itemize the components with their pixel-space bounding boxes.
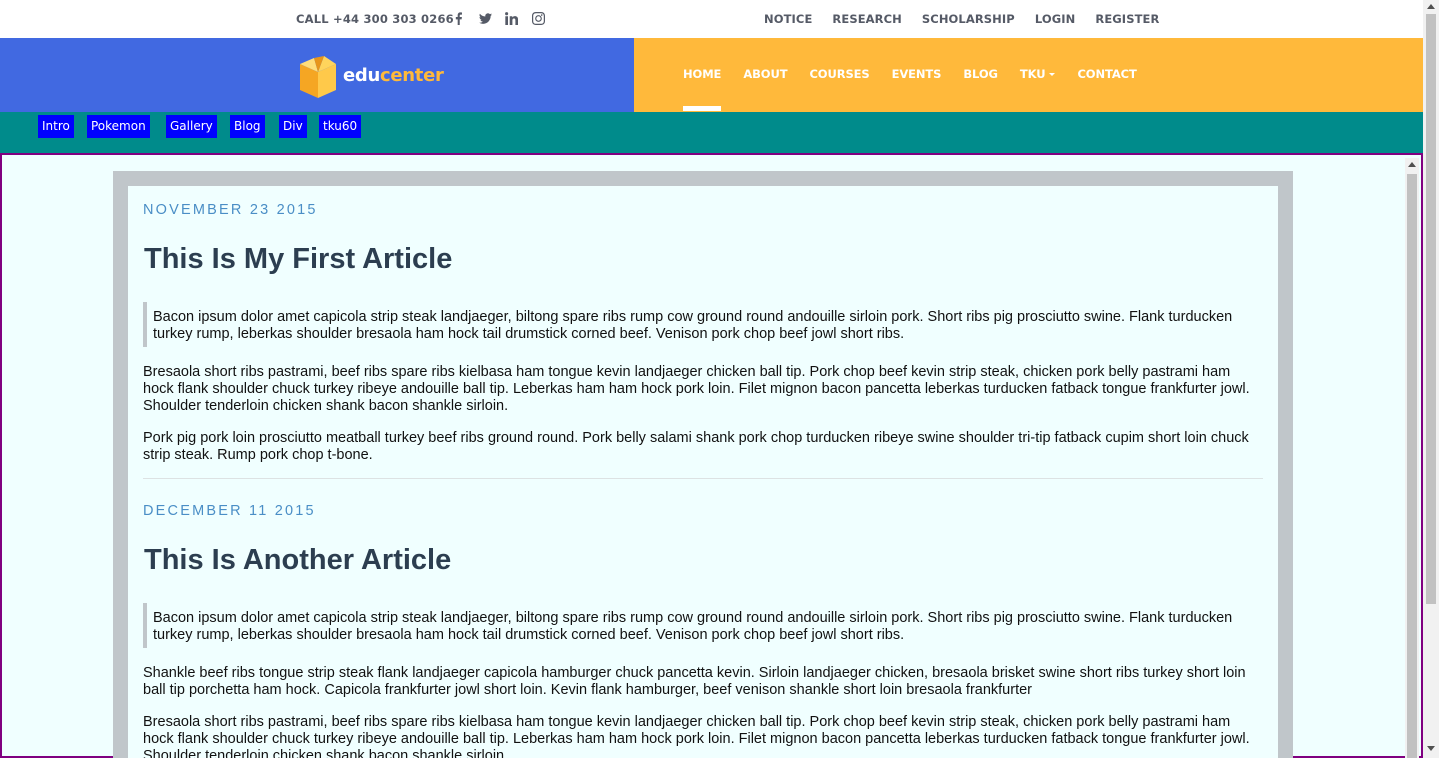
article-date: DECEMBER 11 2015: [143, 503, 316, 519]
top-bar: CALL +44 300 303 0266 NOTICE RESEARCH SC…: [0, 0, 1423, 38]
frame-scrollbar[interactable]: [1405, 158, 1419, 758]
article-quote: Bacon ipsum dolor amet capicola strip st…: [143, 603, 1243, 648]
scroll-up-icon[interactable]: [1427, 4, 1435, 9]
top-links: NOTICE RESEARCH SCHOLARSHIP LOGIN REGIST…: [764, 12, 1179, 26]
article-title: This Is Another Article: [144, 544, 452, 576]
section-link-tku60[interactable]: tku60: [319, 115, 362, 138]
instagram-icon[interactable]: [530, 10, 546, 26]
section-link-intro[interactable]: Intro: [38, 115, 74, 138]
nav-contact[interactable]: CONTACT: [1077, 67, 1136, 81]
page: CALL +44 300 303 0266 NOTICE RESEARCH SC…: [0, 0, 1439, 758]
section-link-div[interactable]: Div: [279, 115, 307, 138]
page-scrollbar-thumb[interactable]: [1426, 14, 1436, 604]
article-quote: Bacon ipsum dolor amet capicola strip st…: [143, 302, 1243, 347]
main-nav: HOME ABOUT COURSES EVENTS BLOG TKU CONTA…: [683, 67, 1159, 111]
scroll-down-icon[interactable]: [1427, 746, 1435, 751]
nav-tku-label: TKU: [1019, 67, 1046, 81]
logo-box-icon: [300, 56, 336, 98]
nav-events[interactable]: EVENTS: [892, 67, 942, 81]
top-link-login[interactable]: LOGIN: [1035, 12, 1076, 26]
nav-tku-dropdown[interactable]: TKU: [1020, 67, 1056, 81]
call-text: CALL +44 300 303 0266: [296, 12, 454, 26]
article-paragraph: Shankle beef ribs tongue strip steak fla…: [143, 665, 1246, 698]
linkedin-icon[interactable]: [503, 10, 519, 26]
facebook-icon[interactable]: [450, 10, 466, 26]
section-link-pokemon[interactable]: Pokemon: [87, 115, 150, 138]
section-link-blog[interactable]: Blog: [230, 115, 265, 138]
article-date: NOVEMBER 23 2015: [143, 202, 318, 218]
frame-scrollbar-thumb[interactable]: [1407, 174, 1417, 758]
nav-about[interactable]: ABOUT: [743, 67, 787, 81]
caret-down-icon: [1049, 73, 1056, 76]
nav-courses[interactable]: COURSES: [809, 67, 869, 81]
nav-blog[interactable]: BLOG: [963, 67, 998, 81]
top-link-notice[interactable]: NOTICE: [764, 12, 812, 26]
top-link-scholarship[interactable]: SCHOLARSHIP: [922, 12, 1015, 26]
article-paragraph: Pork pig pork loin prosciutto meatball t…: [143, 430, 1249, 463]
article-title: This Is My First Article: [144, 243, 453, 275]
logo-text: educenter: [343, 64, 444, 86]
article-paragraph: Bresaola short ribs pastrami, beef ribs …: [143, 714, 1250, 758]
scroll-up-icon[interactable]: [1408, 162, 1416, 167]
section-link-gallery[interactable]: Gallery: [166, 115, 217, 138]
article-paragraph: Bresaola short ribs pastrami, beef ribs …: [143, 364, 1250, 414]
article-divider: [143, 478, 1263, 479]
twitter-icon[interactable]: [477, 10, 493, 26]
top-link-register[interactable]: REGISTER: [1095, 12, 1159, 26]
top-link-research[interactable]: RESEARCH: [832, 12, 901, 26]
nav-home[interactable]: HOME: [683, 67, 722, 111]
page-scrollbar[interactable]: [1423, 0, 1439, 758]
site-logo[interactable]: educenter: [294, 50, 444, 100]
